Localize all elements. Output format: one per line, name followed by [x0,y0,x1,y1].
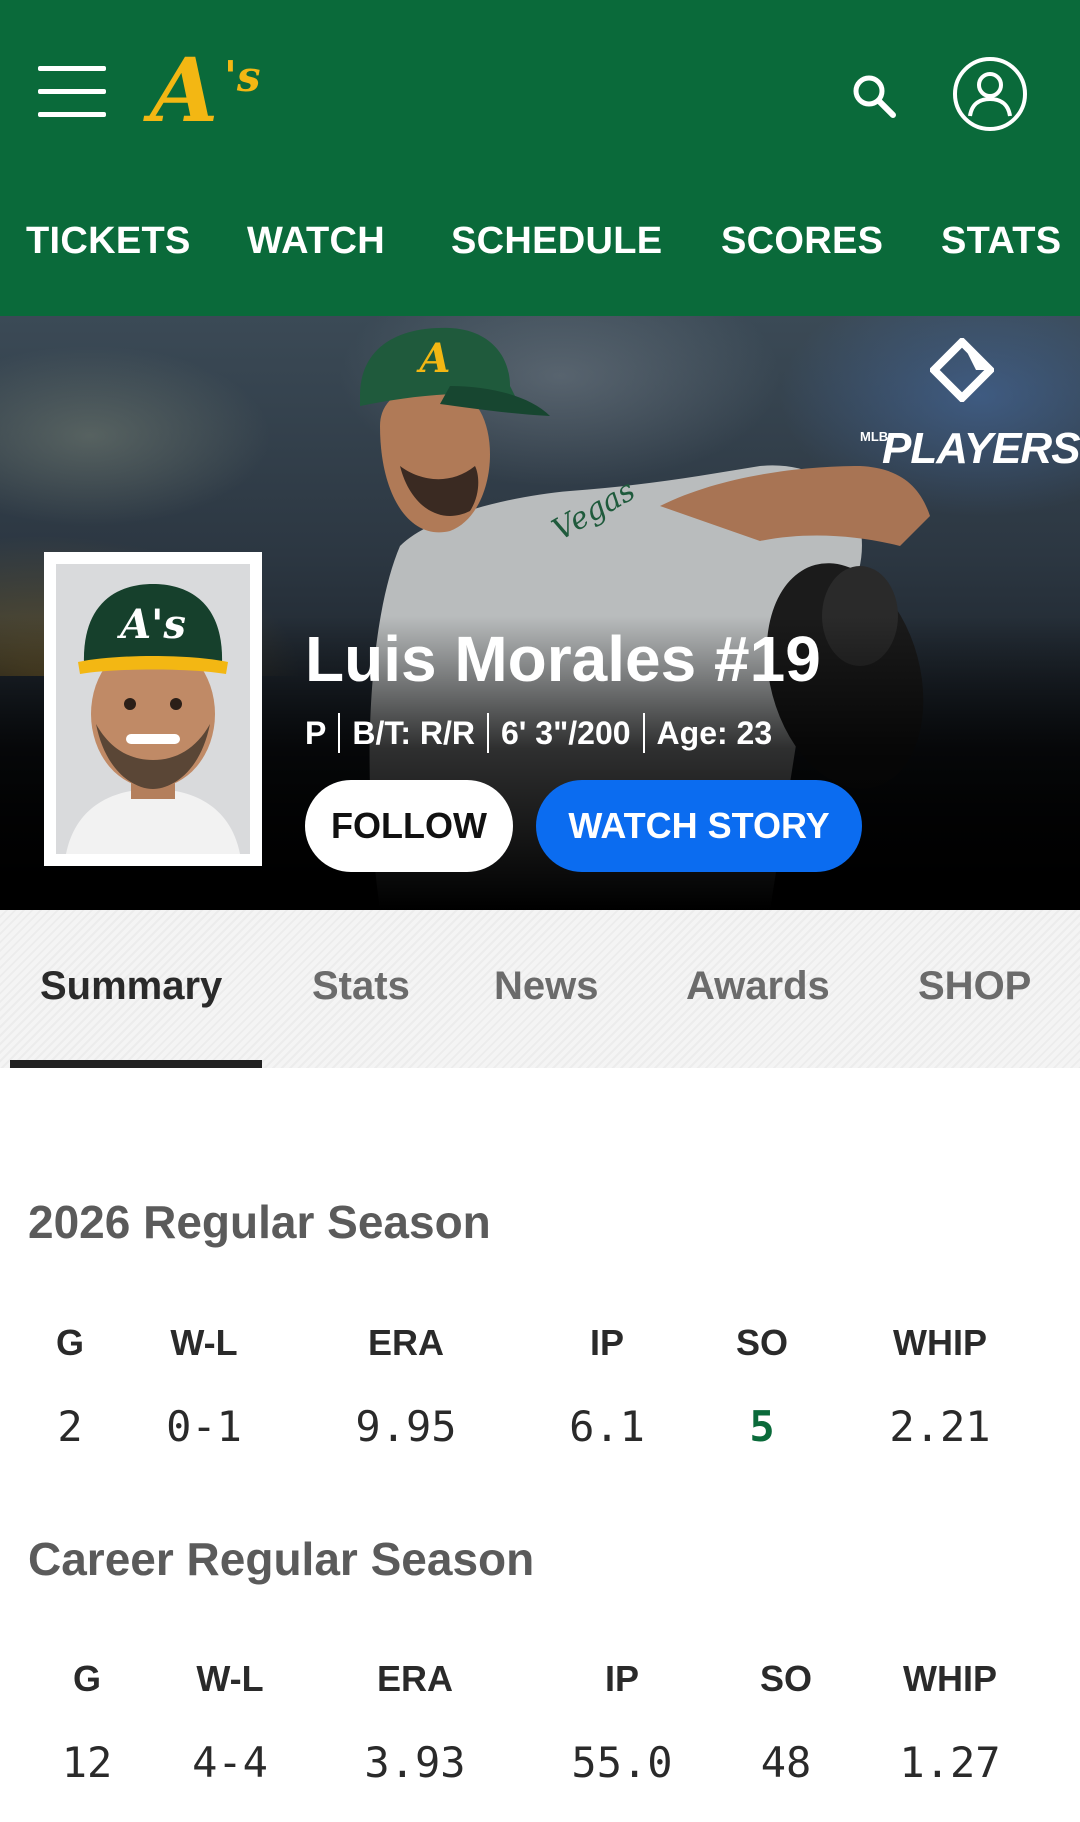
svg-text:A: A [415,335,450,382]
mlb-players-logo: MLB PLAYERS [860,338,1080,473]
top-bar: A 's TICKETS WATCH SCHEDULE SCORES STATS [0,0,1080,316]
divider [338,713,341,753]
nav-tickets[interactable]: TICKETS [26,220,191,263]
headshot-cap-logo: A's [116,601,186,648]
season-val-wl: 0-1 [166,1402,242,1451]
career-head-ip: IP [604,1658,639,1699]
nav-schedule[interactable]: SCHEDULE [451,220,662,263]
season-val-so-link[interactable]: 5 [682,1402,842,1451]
divider [642,713,645,753]
tab-shop[interactable]: SHOP [918,964,1031,1009]
career-val-g: 12 [61,1738,113,1787]
menu-icon[interactable] [38,66,106,118]
tab-summary[interactable]: Summary [40,964,222,1009]
player-name: Luis Morales #19 [305,623,821,695]
mlb-mark: MLB [860,429,889,444]
tab-news[interactable]: News [494,964,599,1009]
career-val-ip: 55.0 [571,1738,673,1787]
player-age: Age: 23 [656,714,773,751]
team-logo[interactable]: A 's [150,38,261,142]
career-head-g: G [72,1658,101,1699]
season-title: 2026 Regular Season [28,1196,491,1248]
account-icon[interactable] [952,56,1028,132]
main-nav: TICKETS WATCH SCHEDULE SCORES STATS [0,220,1080,280]
player-height-weight: 6' 3"/200 [501,714,631,751]
tab-awards[interactable]: Awards [686,964,830,1009]
season-head-wl: W-L [170,1322,238,1363]
player-tabs: Summary Stats News Awards SHOP [0,910,1080,1068]
career-head-era: ERA [376,1658,453,1699]
player-headshot: A's [44,552,262,866]
nav-stats[interactable]: STATS [941,220,1061,263]
career-head-wl: W-L [196,1658,264,1699]
season-head-whip: WHIP [893,1322,987,1363]
career-title: Career Regular Season [28,1533,535,1585]
season-head-so: SO [735,1322,788,1363]
career-head-so: SO [759,1658,812,1699]
season-head-ip: IP [589,1322,624,1363]
career-head-whip: WHIP [903,1658,997,1699]
divider [487,713,489,753]
search-icon[interactable] [848,70,900,122]
nav-watch[interactable]: WATCH [247,220,385,263]
season-val-whip: 2.21 [889,1402,991,1451]
career-val-whip: 1.27 [899,1738,1001,1787]
player-position: P [305,714,327,751]
career-val-so: 48 [760,1738,812,1787]
logo-s: 's [224,52,261,101]
logo-a: A [150,38,218,142]
watch-story-button[interactable]: WATCH STORY [536,780,862,872]
follow-button[interactable]: FOLLOW [305,780,513,872]
players-wordmark: PLAYERS [882,424,1080,473]
season-head-era: ERA [367,1322,444,1363]
career-val-era: 3.93 [364,1738,466,1787]
tab-stats[interactable]: Stats [312,964,410,1009]
season-val-era: 9.95 [355,1402,457,1451]
active-tab-indicator [10,1060,262,1068]
career-val-wl: 4-4 [192,1738,268,1787]
player-meta: P B/T: R/R 6' 3"/200 Age: 23 [305,712,772,754]
player-bats-throws: B/T: R/R [352,714,475,751]
nav-scores[interactable]: SCORES [721,220,883,263]
season-val-ip: 6.1 [569,1402,645,1451]
